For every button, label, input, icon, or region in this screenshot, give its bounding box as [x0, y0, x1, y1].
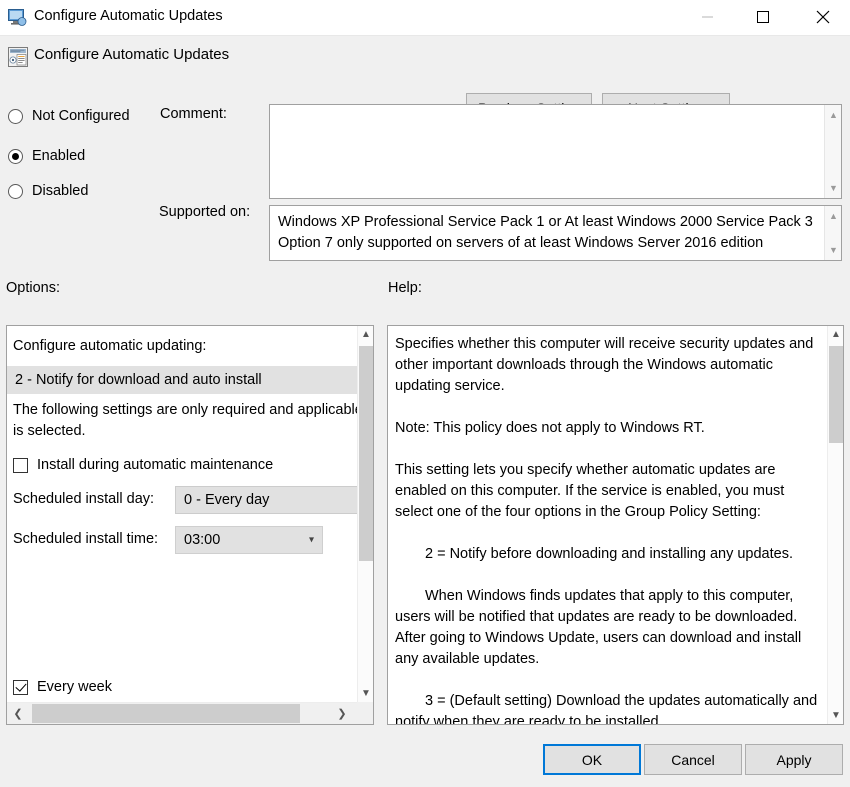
every-week-label: Every week: [37, 679, 112, 695]
options-label: Options:: [6, 280, 60, 296]
comment-label: Comment:: [160, 106, 227, 122]
help-label: Help:: [388, 280, 422, 296]
comment-input[interactable]: ▲ ▼: [269, 104, 842, 199]
help-paragraph: This setting lets you specify whether au…: [395, 462, 785, 520]
chevron-up-icon[interactable]: ▲: [828, 326, 843, 343]
radio-enabled-indicator: [8, 148, 23, 164]
comment-scrollbar[interactable]: ▲ ▼: [824, 105, 841, 198]
cancel-label: Cancel: [671, 751, 715, 768]
chevron-down-icon[interactable]: ▼: [828, 707, 843, 724]
every-week-checkbox[interactable]: Every week: [13, 679, 112, 695]
help-panel: Specifies whether this computer will rec…: [387, 325, 844, 725]
chevron-up-icon[interactable]: ▲: [358, 326, 373, 343]
scheduled-install-time-label: Scheduled install time:: [13, 531, 159, 547]
scheduled-install-day-value: 0 - Every day: [184, 492, 270, 508]
scheduled-install-time-dropdown[interactable]: 03:00 ▾: [175, 526, 323, 554]
radio-disabled-label: Disabled: [32, 183, 89, 199]
supported-on-field: Windows XP Professional Service Pack 1 o…: [269, 205, 842, 261]
scheduled-install-day-dropdown[interactable]: 0 - Every day: [175, 486, 359, 514]
install-during-maintenance-label: Install during automatic maintenance: [37, 457, 274, 473]
cancel-button[interactable]: Cancel: [644, 744, 742, 775]
title-bar: Configure Automatic Updates: [0, 0, 850, 36]
ok-button[interactable]: OK: [543, 744, 641, 775]
apply-button[interactable]: Apply: [745, 744, 843, 775]
radio-not-configured-indicator: [8, 108, 23, 124]
chevron-up-icon[interactable]: ▲: [825, 208, 841, 224]
radio-enabled[interactable]: Enabled: [8, 145, 85, 167]
setting-header: Configure Automatic Updates Previous Set…: [0, 37, 850, 123]
supported-on-label: Supported on:: [159, 204, 251, 220]
help-paragraph: 2 = Notify before downloading and instal…: [425, 546, 793, 562]
scheduled-install-day-label: Scheduled install day:: [13, 491, 155, 507]
chevron-right-icon[interactable]: ❯: [331, 703, 353, 724]
policy-monitor-icon: [8, 9, 27, 26]
options-content: Configure automatic updating: 2 - Notify…: [7, 326, 359, 702]
configure-updating-dropdown[interactable]: 2 - Notify for download and auto install: [7, 366, 359, 394]
configure-updating-value: 2 - Notify for download and auto install: [15, 372, 262, 388]
chevron-down-icon[interactable]: ▼: [825, 180, 841, 196]
help-paragraph: When Windows finds updates that apply to…: [395, 588, 802, 667]
help-paragraph: 3 = (Default setting) Download the updat…: [395, 693, 818, 724]
options-horizontal-scrollbar[interactable]: ❮ ❯: [7, 702, 373, 724]
chevron-down-icon: ▾: [308, 534, 314, 546]
close-icon[interactable]: [800, 0, 846, 34]
chevron-left-icon[interactable]: ❮: [7, 703, 29, 724]
radio-disabled[interactable]: Disabled: [8, 180, 88, 202]
checkbox-indicator: [13, 679, 28, 695]
window-title: Configure Automatic Updates: [34, 8, 223, 24]
scrollbar-thumb[interactable]: [359, 346, 373, 561]
checkbox-indicator: [13, 457, 28, 473]
install-during-maintenance-checkbox[interactable]: Install during automatic maintenance: [13, 457, 273, 473]
help-paragraph: Note: This policy does not apply to Wind…: [395, 420, 705, 436]
scrollbar-thumb[interactable]: [829, 346, 843, 443]
minimize-icon[interactable]: [684, 0, 730, 34]
maximize-icon[interactable]: [740, 0, 786, 34]
options-vertical-scrollbar[interactable]: ▲ ▼: [357, 326, 373, 702]
scheduled-install-time-value: 03:00: [184, 532, 221, 548]
ok-label: OK: [581, 751, 603, 768]
chevron-up-icon[interactable]: ▲: [825, 107, 841, 123]
help-content: Specifies whether this computer will rec…: [388, 326, 828, 724]
policy-setting-icon: [8, 47, 28, 67]
radio-not-configured[interactable]: Not Configured: [8, 105, 130, 127]
options-note-1: The following settings are only required…: [13, 402, 359, 439]
radio-not-configured-label: Not Configured: [32, 108, 130, 124]
scrollbar-thumb[interactable]: [32, 704, 300, 723]
scrollbar-corner: [357, 702, 373, 724]
apply-label: Apply: [776, 751, 812, 768]
options-panel: Configure automatic updating: 2 - Notify…: [6, 325, 374, 725]
help-paragraph: Specifies whether this computer will rec…: [395, 336, 814, 394]
radio-disabled-indicator: [8, 183, 23, 199]
chevron-down-icon[interactable]: ▼: [825, 242, 841, 258]
chevron-down-icon[interactable]: ▼: [358, 685, 373, 702]
radio-enabled-label: Enabled: [32, 148, 86, 164]
supported-on-text: Windows XP Professional Service Pack 1 o…: [278, 214, 813, 251]
configure-updating-label: Configure automatic updating:: [13, 338, 207, 354]
supported-on-scrollbar[interactable]: ▲ ▼: [824, 206, 841, 260]
setting-title: Configure Automatic Updates: [34, 46, 230, 63]
help-vertical-scrollbar[interactable]: ▲ ▼: [827, 326, 843, 724]
